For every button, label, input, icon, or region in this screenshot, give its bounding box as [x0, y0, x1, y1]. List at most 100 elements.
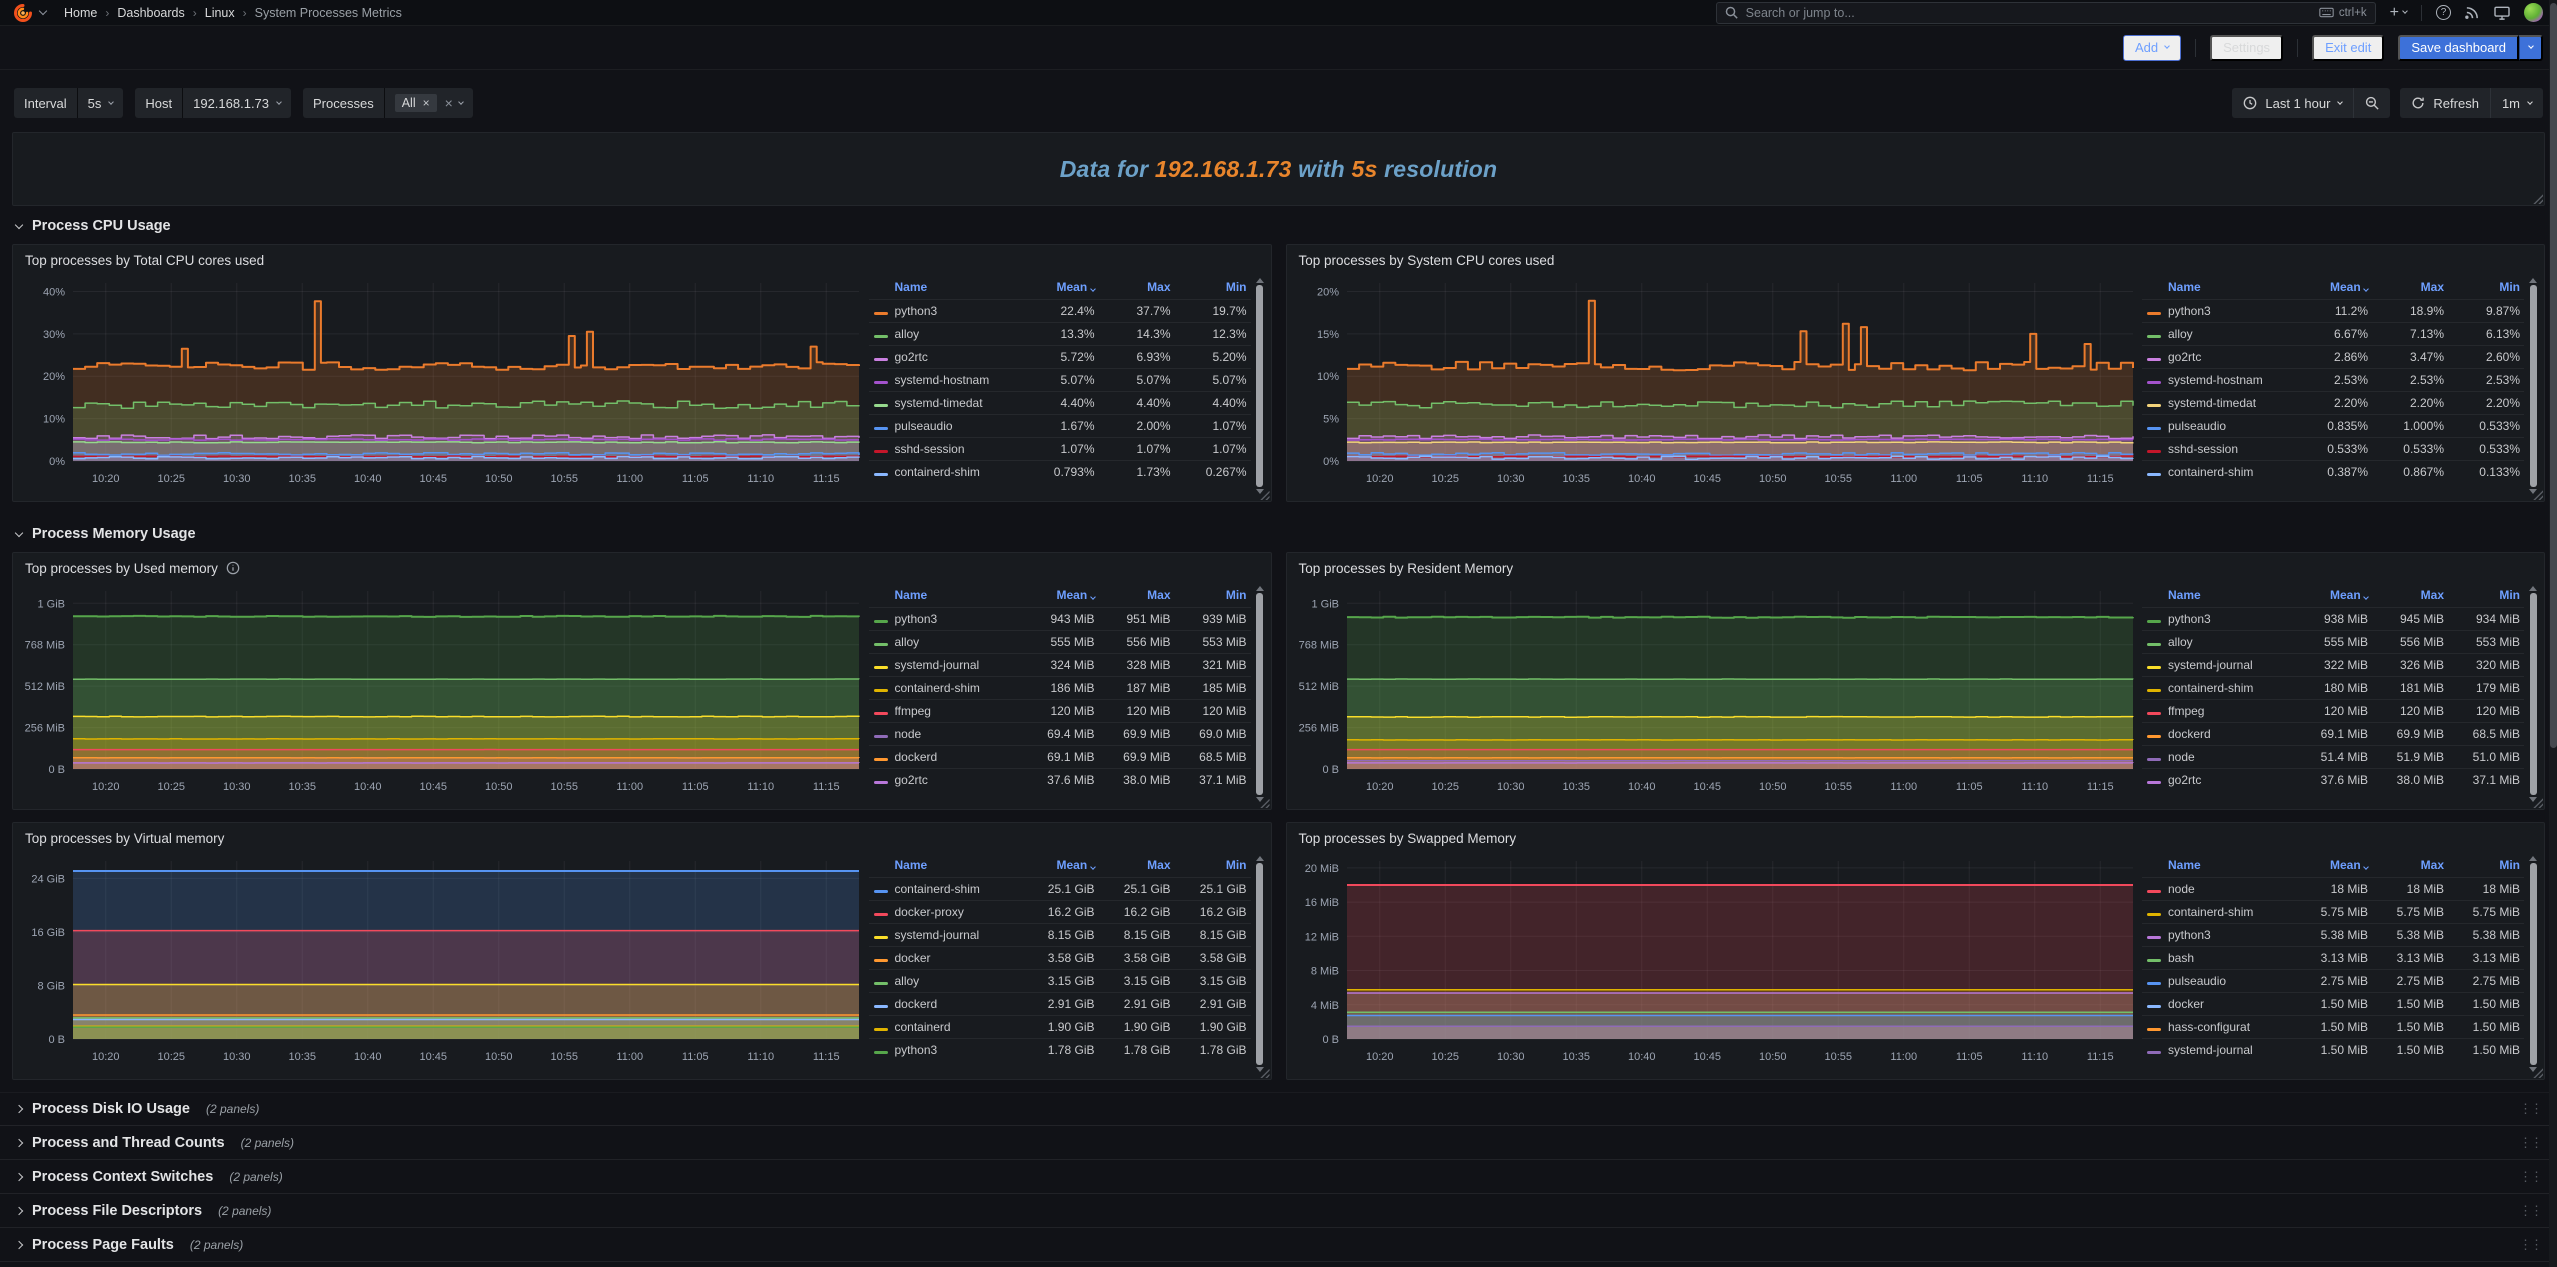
series-color-swatch[interactable]	[874, 358, 888, 362]
series-name[interactable]: containerd-shim	[2168, 465, 2290, 479]
series-name[interactable]: dockerd	[2168, 727, 2290, 741]
legend-header-name[interactable]: Name	[2168, 588, 2290, 602]
legend-header-mean[interactable]: Mean	[1017, 280, 1099, 294]
series-name[interactable]: alloy	[2168, 327, 2290, 341]
collapsed-section[interactable]: Process File Descriptors(2 panels)⋮⋮	[0, 1194, 2557, 1228]
series-name[interactable]: systemd-journal	[2168, 1043, 2290, 1057]
series-name[interactable]: systemd-hostnam	[895, 373, 1017, 387]
series-name[interactable]: node	[895, 727, 1017, 741]
series-name[interactable]: go2rtc	[895, 773, 1017, 787]
legend-scrollbar[interactable]	[2528, 278, 2538, 494]
panel-title-bar[interactable]: Top processes by Total CPU cores used	[13, 245, 1271, 275]
news-icon[interactable]	[2465, 5, 2480, 20]
series-color-swatch[interactable]	[2147, 712, 2161, 716]
series-name[interactable]: python3	[2168, 304, 2290, 318]
help-icon[interactable]: ?	[2436, 5, 2451, 20]
series-color-swatch[interactable]	[2147, 1051, 2161, 1055]
series-color-swatch[interactable]	[874, 781, 888, 785]
panel-title-bar[interactable]: Top processes by System CPU cores used	[1287, 245, 2545, 275]
collapsed-section[interactable]: Process Page Faults(2 panels)⋮⋮	[0, 1228, 2557, 1262]
new-menu-button[interactable]: +	[2390, 5, 2407, 21]
series-color-swatch[interactable]	[2147, 404, 2161, 408]
legend-scrollbar[interactable]	[1255, 278, 1265, 494]
series-name[interactable]: dockerd	[895, 997, 1017, 1011]
series-name[interactable]: systemd-timedat	[2168, 396, 2290, 410]
legend-header-mean[interactable]: Mean	[1017, 588, 1099, 602]
series-name[interactable]: containerd	[895, 1020, 1017, 1034]
scroll-up-icon[interactable]	[2529, 278, 2537, 283]
scrollbar-thumb[interactable]	[1256, 863, 1263, 1065]
series-name[interactable]: node	[2168, 882, 2290, 896]
interval-select[interactable]: 5s	[78, 88, 124, 118]
legend-header-mean[interactable]: Mean	[2290, 280, 2372, 294]
refresh-button[interactable]: Refresh	[2400, 88, 2490, 118]
legend-header-max[interactable]: Max	[1099, 280, 1175, 294]
series-name[interactable]: docker-proxy	[895, 905, 1017, 919]
series-color-swatch[interactable]	[2147, 473, 2161, 477]
series-color-swatch[interactable]	[874, 1005, 888, 1009]
drag-handle-icon[interactable]: ⋮⋮	[2519, 1135, 2547, 1151]
series-name[interactable]: alloy	[895, 974, 1017, 988]
scrollbar-thumb[interactable]	[2530, 863, 2537, 1065]
time-range-picker[interactable]: Last 1 hour	[2232, 88, 2353, 118]
info-icon[interactable]	[226, 561, 240, 575]
series-color-swatch[interactable]	[2147, 689, 2161, 693]
series-name[interactable]: pulseaudio	[2168, 419, 2290, 433]
drag-handle-icon[interactable]: ⋮⋮	[2519, 1169, 2547, 1185]
legend-header-min[interactable]: Min	[1175, 588, 1251, 602]
exit-edit-button[interactable]: Exit edit	[2312, 35, 2384, 61]
series-color-swatch[interactable]	[2147, 450, 2161, 454]
org-switcher-chevron-icon[interactable]	[39, 7, 47, 15]
panel-title-bar[interactable]: Top processes by Virtual memory	[13, 823, 1271, 853]
scrollbar-thumb[interactable]	[2530, 593, 2537, 795]
zoom-out-button[interactable]	[2353, 88, 2390, 118]
scroll-down-icon[interactable]	[2529, 1067, 2537, 1072]
search-input[interactable]	[1746, 6, 2311, 20]
series-color-swatch[interactable]	[874, 643, 888, 647]
search-box[interactable]: ctrl+k	[1716, 2, 2376, 24]
breadcrumb-linux[interactable]: Linux	[205, 6, 235, 20]
series-color-swatch[interactable]	[2147, 913, 2161, 917]
series-color-swatch[interactable]	[2147, 982, 2161, 986]
series-name[interactable]: sshd-session	[2168, 442, 2290, 456]
series-color-swatch[interactable]	[874, 450, 888, 454]
section-cpu-usage[interactable]: Process CPU Usage	[0, 206, 2557, 242]
scroll-down-icon[interactable]	[2529, 489, 2537, 494]
legend-header-min[interactable]: Min	[2448, 280, 2524, 294]
series-color-swatch[interactable]	[874, 936, 888, 940]
series-color-swatch[interactable]	[874, 1028, 888, 1032]
series-color-swatch[interactable]	[2147, 643, 2161, 647]
series-name[interactable]: ffmpeg	[2168, 704, 2290, 718]
drag-handle-icon[interactable]: ⋮⋮	[2519, 1237, 2547, 1253]
series-color-swatch[interactable]	[874, 959, 888, 963]
series-color-swatch[interactable]	[2147, 427, 2161, 431]
settings-button[interactable]: Settings	[2210, 35, 2283, 61]
series-color-swatch[interactable]	[874, 758, 888, 762]
series-name[interactable]: containerd-shim	[2168, 681, 2290, 695]
drag-handle-icon[interactable]: ⋮⋮	[2519, 1101, 2547, 1117]
scroll-up-icon[interactable]	[1256, 586, 1264, 591]
series-color-swatch[interactable]	[874, 381, 888, 385]
collapsed-section[interactable]: Process Disk IO Usage(2 panels)⋮⋮	[0, 1092, 2557, 1126]
series-color-swatch[interactable]	[874, 735, 888, 739]
legend-scrollbar[interactable]	[2528, 856, 2538, 1072]
legend-header-min[interactable]: Min	[1175, 858, 1251, 872]
series-name[interactable]: docker	[895, 951, 1017, 965]
processes-chip-all[interactable]: All×	[395, 94, 437, 112]
scroll-up-icon[interactable]	[1256, 856, 1264, 861]
series-color-swatch[interactable]	[874, 312, 888, 316]
series-name[interactable]: hass-configurat	[2168, 1020, 2290, 1034]
series-color-swatch[interactable]	[2147, 890, 2161, 894]
series-name[interactable]: alloy	[895, 635, 1017, 649]
panel-title-bar[interactable]: Top processes by Swapped Memory	[1287, 823, 2545, 853]
user-avatar[interactable]	[2524, 3, 2543, 22]
series-name[interactable]: python3	[895, 612, 1017, 626]
legend-header-max[interactable]: Max	[1099, 858, 1175, 872]
series-color-swatch[interactable]	[2147, 1005, 2161, 1009]
legend-header-mean[interactable]: Mean	[1017, 858, 1099, 872]
series-color-swatch[interactable]	[2147, 735, 2161, 739]
chevron-down-icon[interactable]	[458, 99, 464, 105]
legend-header-max[interactable]: Max	[2372, 280, 2448, 294]
collapsed-section[interactable]: Process and Thread Counts(2 panels)⋮⋮	[0, 1126, 2557, 1160]
legend-header-min[interactable]: Min	[2448, 588, 2524, 602]
